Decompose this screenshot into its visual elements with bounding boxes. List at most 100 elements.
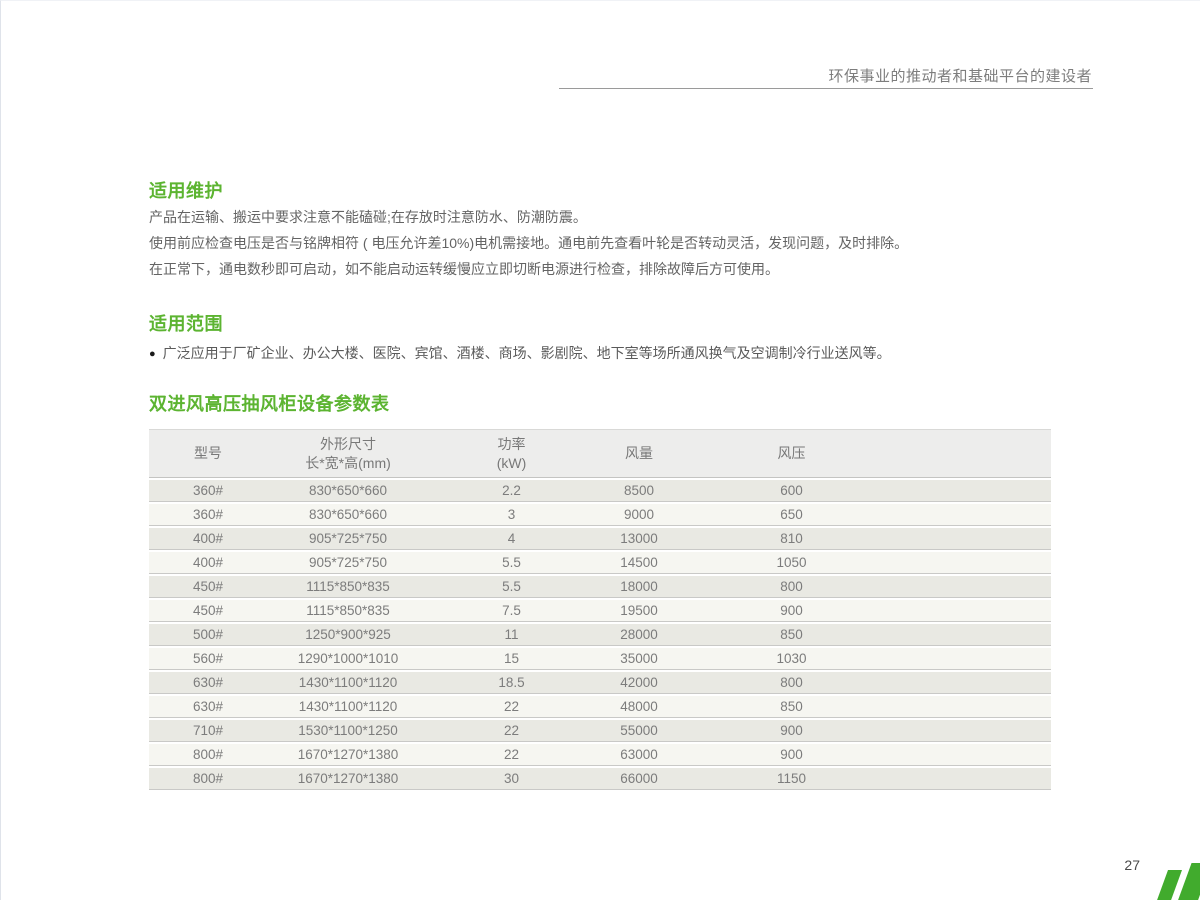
table-cell: 18000 xyxy=(620,579,658,594)
table-cell: 11 xyxy=(504,627,519,642)
table-cell: 830*650*660 xyxy=(308,507,388,522)
table-cell: 22 xyxy=(503,699,520,714)
header-cell-airflow: 风量 xyxy=(625,445,653,461)
table-cell: 9000 xyxy=(623,507,655,522)
table-row: 560# 1290*1000*1010 15 35000 1030 xyxy=(149,648,1051,670)
table-header-row: 型号 外形尺寸 长*宽*高(mm) 功率 (kW) 风量 风压 xyxy=(149,429,1051,478)
table-row: 710# 1530*1100*1250 22 55000 900 xyxy=(149,720,1051,742)
table-cell: 900 xyxy=(780,723,803,738)
section-heading-maintenance: 适用维护 xyxy=(149,181,223,201)
table-cell: 450# xyxy=(192,603,224,618)
table-cell: 1290*1000*1010 xyxy=(297,651,399,666)
table-cell: 830*650*660 xyxy=(308,483,388,498)
table-row: 450# 1115*850*835 5.5 18000 800 xyxy=(149,576,1051,598)
table-cell: 5.5 xyxy=(502,579,521,594)
table-cell: 900 xyxy=(780,603,803,618)
paragraph: 使用前应检查电压是否与铭牌相符 ( 电压允许差10%)电机需接地。通电前先查看叶… xyxy=(149,235,909,251)
table-row: 400# 905*725*750 5.5 14500 1050 xyxy=(149,552,1051,574)
table-cell: 2.2 xyxy=(502,483,521,498)
table-cell: 35000 xyxy=(620,651,658,666)
table-cell: 66000 xyxy=(620,771,658,786)
table-cell: 48000 xyxy=(620,699,658,714)
table-cell: 800 xyxy=(780,579,803,594)
logo-stripe-icon xyxy=(1177,863,1200,900)
company-logo xyxy=(1156,863,1200,900)
table-cell: 1670*1270*1380 xyxy=(297,747,399,762)
table-cell: 63000 xyxy=(620,747,658,762)
spec-table: 型号 外形尺寸 长*宽*高(mm) 功率 (kW) 风量 风压 360# 830… xyxy=(149,429,1051,792)
table-cell: 1250*900*925 xyxy=(305,627,391,642)
table-cell: 400# xyxy=(192,555,224,570)
table-row: 450# 1115*850*835 7.5 19500 900 xyxy=(149,600,1051,622)
table-cell: 18.5 xyxy=(498,675,525,690)
logo-stripe-icon xyxy=(1156,870,1183,900)
header-slogan: 环保事业的推动者和基础平台的建设者 xyxy=(828,68,1092,85)
table-cell: 4 xyxy=(507,531,516,546)
table-cell: 900 xyxy=(780,747,803,762)
table-cell: 1050 xyxy=(776,555,807,570)
table-cell: 22 xyxy=(503,747,520,762)
table-row: 360# 830*650*660 2.2 8500 600 xyxy=(149,480,1051,502)
table-cell: 28000 xyxy=(620,627,658,642)
table-cell: 560# xyxy=(192,651,224,666)
table-cell: 1530*1100*1250 xyxy=(298,723,398,738)
table-cell: 1150 xyxy=(776,771,807,786)
table-row: 360# 830*650*660 3 9000 650 xyxy=(149,504,1051,526)
paragraph: 在正常下，通电数秒即可启动，如不能启动运转缓慢应立即切断电源进行检查，排除故障后… xyxy=(149,261,779,277)
section-heading-scope: 适用范围 xyxy=(149,314,223,334)
table-cell: 710# xyxy=(192,723,224,738)
bullet-dot-icon: ● xyxy=(149,348,156,360)
table-cell: 850 xyxy=(780,699,803,714)
table-cell: 800# xyxy=(192,747,224,762)
table-cell: 42000 xyxy=(620,675,658,690)
table-cell: 22 xyxy=(503,723,520,738)
table-cell: 450# xyxy=(192,579,224,594)
header-cell-pressure: 风压 xyxy=(777,445,806,461)
table-cell: 905*725*750 xyxy=(308,555,388,570)
header-cell-model: 型号 xyxy=(194,445,222,461)
table-cell: 630# xyxy=(192,699,224,714)
table-cell: 630# xyxy=(192,675,224,690)
scope-bullet-item: ● 广泛应用于厂矿企业、办公大楼、医院、宾馆、酒楼、商场、影剧院、地下室等场所通风… xyxy=(149,343,1051,365)
table-row: 630# 1430*1100*1120 18.5 42000 800 xyxy=(149,672,1051,694)
page-number: 27 xyxy=(1124,857,1140,873)
table-cell: 800# xyxy=(192,771,224,786)
table-cell: 600 xyxy=(780,483,803,498)
table-cell: 810 xyxy=(780,531,803,546)
table-cell: 19500 xyxy=(620,603,658,618)
bullet-text: 广泛应用于厂矿企业、办公大楼、医院、宾馆、酒楼、商场、影剧院、地下室等场所通风换… xyxy=(162,345,891,361)
table-title: 双进风高压抽风柜设备参数表 xyxy=(149,394,390,414)
table-row: 500# 1250*900*925 11 28000 850 xyxy=(149,624,1051,646)
catalog-page: 环保事业的推动者和基础平台的建设者 适用维护 产品在运输、搬运中要求注意不能磕碰… xyxy=(0,0,1200,900)
table-cell: 14500 xyxy=(620,555,658,570)
table-cell: 1670*1270*1380 xyxy=(297,771,399,786)
table-cell: 3 xyxy=(507,507,516,522)
table-cell: 55000 xyxy=(620,723,658,738)
header-rule xyxy=(559,88,1093,89)
table-row: 400# 905*725*750 4 13000 810 xyxy=(149,528,1051,550)
maintenance-paragraphs: 产品在运输、搬运中要求注意不能磕碰;在存放时注意防水、防潮防震。 使用前应检查电… xyxy=(149,204,1051,282)
table-cell: 400# xyxy=(192,531,224,546)
table-cell: 800 xyxy=(780,675,803,690)
table-cell: 360# xyxy=(192,507,224,522)
table-cell: 1430*1100*1120 xyxy=(298,675,398,690)
table-cell: 1115*850*835 xyxy=(306,603,390,618)
table-cell: 905*725*750 xyxy=(308,531,388,546)
table-cell: 30 xyxy=(503,771,520,786)
table-row: 800# 1670*1270*1380 22 63000 900 xyxy=(149,744,1051,766)
table-body: 360# 830*650*660 2.2 8500 600 360# 830*650*660… xyxy=(149,480,1051,790)
paragraph: 产品在运输、搬运中要求注意不能磕碰;在存放时注意防水、防潮防震。 xyxy=(149,209,587,225)
table-cell: 13000 xyxy=(620,531,658,546)
table-row: 630# 1430*1100*1120 22 48000 850 xyxy=(149,696,1051,718)
table-cell: 1030 xyxy=(776,651,807,666)
table-cell: 15 xyxy=(503,651,520,666)
table-cell: 5.5 xyxy=(502,555,521,570)
table-cell: 7.5 xyxy=(502,603,521,618)
table-row: 800# 1670*1270*1380 30 66000 1150 xyxy=(149,768,1051,790)
table-cell: 850 xyxy=(780,627,803,642)
table-cell: 650 xyxy=(780,507,803,522)
header-cell-power: 功率 (kW) xyxy=(496,435,527,471)
table-cell: 1430*1100*1120 xyxy=(298,699,398,714)
table-cell: 8500 xyxy=(623,483,655,498)
table-cell: 1115*850*835 xyxy=(306,579,390,594)
